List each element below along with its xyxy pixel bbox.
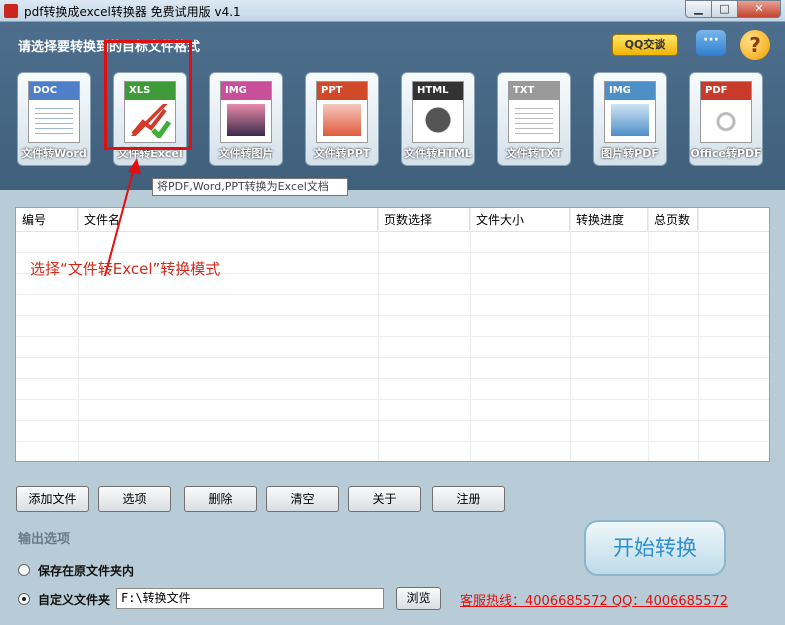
register-button[interactable]: 注册 — [432, 486, 505, 512]
browse-button[interactable]: 浏览 — [396, 587, 441, 610]
radio-custom-folder[interactable] — [18, 593, 30, 605]
add-file-button[interactable]: 添加文件 — [16, 486, 89, 512]
about-button[interactable]: 关于 — [348, 486, 421, 512]
delete-button[interactable]: 删除 — [184, 486, 257, 512]
start-convert-button[interactable]: 开始转换 — [584, 520, 726, 576]
hotline-link[interactable]: 客服热线：4006685572 QQ：4006685572 — [460, 590, 728, 609]
clear-button[interactable]: 清空 — [266, 486, 339, 512]
radio-save-original-folder-label[interactable]: 保存在原文件夹内 — [38, 562, 134, 579]
radio-save-original-folder[interactable] — [18, 564, 30, 576]
output-path-input[interactable]: F:\转换文件 — [116, 588, 384, 609]
output-options-label: 输出选项 — [18, 532, 71, 547]
options-button[interactable]: 选项 — [98, 486, 171, 512]
radio-custom-folder-label[interactable]: 自定义文件夹 — [38, 591, 110, 608]
annotation-note: 选择“文件转Excel”转换模式 — [30, 260, 221, 278]
